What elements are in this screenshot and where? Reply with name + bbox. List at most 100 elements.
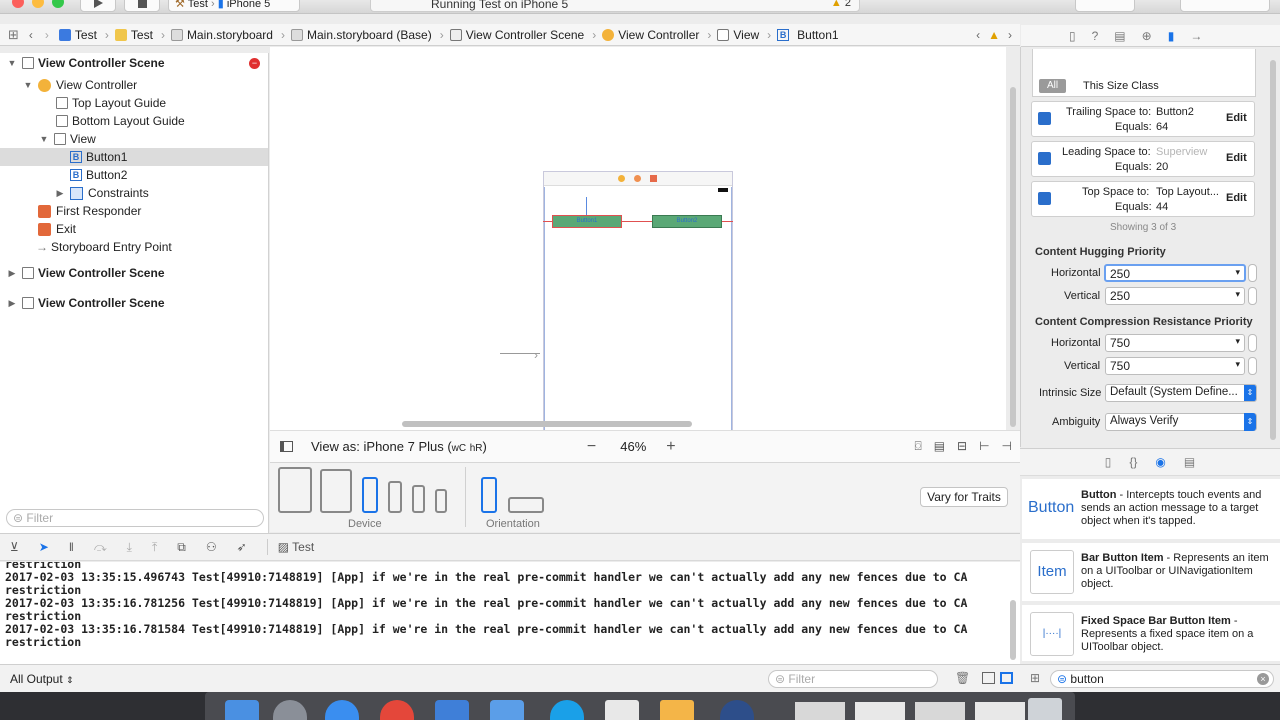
- constraint-leading[interactable]: Leading Space to: Superview Equals: 20 E…: [1031, 141, 1255, 177]
- window-thumbnail-icon[interactable]: [795, 702, 845, 720]
- scheme-selector[interactable]: ⚒ Test › ▮ iPhone 5: [168, 0, 300, 12]
- pin-icon[interactable]: ⊢: [979, 439, 989, 454]
- console-filter-field[interactable]: ⊜ Filter: [768, 670, 938, 688]
- view-controller-dock-icon[interactable]: [618, 175, 625, 182]
- close-window-button[interactable]: [12, 0, 24, 8]
- warning-badge[interactable]: ▲ 2: [831, 0, 851, 9]
- compression-vertical-stepper[interactable]: [1248, 357, 1257, 375]
- simulator-app-icon[interactable]: [490, 700, 524, 720]
- outline-bottom-layout-guide[interactable]: Bottom Layout Guide: [0, 112, 268, 130]
- size-class-tab-this[interactable]: This Size Class: [1083, 80, 1159, 92]
- library-grid-icon[interactable]: ⊞: [1030, 671, 1040, 685]
- trash-icon[interactable]: 🗑: [955, 671, 970, 685]
- step-out-icon[interactable]: ⤒: [152, 540, 157, 555]
- trash-dock-icon[interactable]: [1028, 698, 1062, 720]
- outline-exit[interactable]: Exit: [0, 220, 268, 238]
- portrait-icon[interactable]: [481, 477, 497, 513]
- view-debugger-icon[interactable]: ⧉: [177, 540, 186, 555]
- library-item-bar-button[interactable]: Item Bar Button Item - Represents an ite…: [1022, 543, 1280, 601]
- iphone-7-icon[interactable]: [388, 481, 402, 513]
- breadcrumb-view-controller[interactable]: View Controller ›: [602, 28, 711, 42]
- first-responder-dock-icon[interactable]: [634, 175, 641, 182]
- storyboard-canvas[interactable]: › Button1 Button2: [270, 47, 1016, 431]
- align-icon[interactable]: ⊟: [957, 439, 967, 454]
- run-button[interactable]: [80, 0, 116, 12]
- hugging-vertical-field[interactable]: 250 ▾: [1105, 287, 1245, 305]
- resolve-issues-icon[interactable]: ⊣: [1002, 439, 1012, 454]
- outline-button2[interactable]: B Button2: [0, 166, 268, 184]
- grid-icon[interactable]: ⊞: [8, 27, 19, 43]
- launchpad-app-icon[interactable]: [273, 700, 307, 720]
- step-into-icon[interactable]: ⤓: [127, 540, 132, 555]
- inspector-scrollbar[interactable]: [1270, 60, 1276, 440]
- hugging-vertical-stepper[interactable]: [1248, 287, 1257, 305]
- chrome-app-icon[interactable]: [380, 700, 414, 720]
- safari-app-icon[interactable]: [325, 700, 359, 720]
- outline-scene[interactable]: ▶ View Controller Scene: [0, 264, 268, 282]
- ambiguity-popup[interactable]: Always Verify ⇕: [1105, 413, 1257, 431]
- edit-constraint-button[interactable]: Edit: [1226, 192, 1247, 204]
- window-thumbnail-icon[interactable]: [855, 702, 905, 720]
- outline-view[interactable]: ▼ View: [0, 130, 268, 148]
- update-frames-icon[interactable]: ⌼: [914, 439, 921, 454]
- view-as-label[interactable]: View as: iPhone 7 Plus (wC hR): [311, 439, 487, 454]
- window-thumbnail-icon[interactable]: [975, 702, 1025, 720]
- breadcrumb-storyboard[interactable]: Main.storyboard ›: [170, 28, 285, 42]
- compression-horizontal-field[interactable]: 750 ▾: [1105, 334, 1245, 352]
- connections-inspector-icon[interactable]: →: [1190, 29, 1202, 43]
- notes-app-icon[interactable]: [660, 700, 694, 720]
- compression-vertical-field[interactable]: 750 ▾: [1105, 357, 1245, 375]
- disclosure-open-icon[interactable]: ▼: [22, 80, 34, 90]
- breadcrumb-view[interactable]: View ›: [717, 28, 771, 42]
- landscape-icon[interactable]: [508, 497, 544, 513]
- breadcrumb-project[interactable]: Test ›: [58, 28, 109, 42]
- edit-constraint-button[interactable]: Edit: [1226, 112, 1247, 124]
- exit-dock-icon[interactable]: [650, 175, 657, 182]
- disclosure-open-icon[interactable]: ▼: [6, 58, 18, 68]
- back-arrow-icon[interactable]: ‹: [29, 28, 33, 42]
- identity-inspector-icon[interactable]: ▤: [1114, 29, 1125, 43]
- zoom-in-icon[interactable]: +: [666, 438, 675, 456]
- constraint-trailing[interactable]: Trailing Space to: Button2 Equals: 64 Ed…: [1031, 101, 1255, 137]
- attributes-inspector-icon[interactable]: ⊕: [1142, 29, 1152, 43]
- horizontal-scrollbar[interactable]: [402, 421, 692, 427]
- breadcrumb-button1[interactable]: B Button1: [777, 28, 839, 42]
- help-inspector-icon[interactable]: ?: [1092, 29, 1099, 43]
- iphone-7-plus-icon[interactable]: [362, 477, 378, 513]
- scene-frame[interactable]: [543, 171, 733, 431]
- console-scrollbar[interactable]: [1010, 600, 1016, 660]
- outline-view-controller[interactable]: ▼ View Controller: [0, 76, 268, 94]
- skype-app-icon[interactable]: [550, 700, 584, 720]
- ipad-icon[interactable]: [320, 469, 352, 513]
- size-inspector-icon[interactable]: ▮: [1168, 29, 1175, 43]
- disclosure-closed-icon[interactable]: ▶: [6, 298, 18, 309]
- outline-filter-field[interactable]: ⊜ Filter: [6, 509, 264, 527]
- disclosure-open-icon[interactable]: ▼: [38, 134, 50, 144]
- zoom-window-button[interactable]: [52, 0, 64, 8]
- button2-view[interactable]: Button2: [652, 215, 722, 228]
- vertical-scrollbar[interactable]: [1010, 87, 1016, 427]
- iphone-4s-icon[interactable]: [435, 489, 447, 513]
- textedit-app-icon[interactable]: [605, 700, 639, 720]
- split-console-icon[interactable]: [1000, 672, 1013, 684]
- xcode-app-icon[interactable]: [435, 700, 469, 720]
- disclosure-closed-icon[interactable]: ▶: [6, 268, 18, 279]
- file-inspector-icon[interactable]: ▯: [1069, 29, 1076, 43]
- hide-debug-area-icon[interactable]: ⊻: [10, 540, 19, 554]
- finder-app-icon[interactable]: [225, 700, 259, 720]
- split-variables-icon[interactable]: [982, 672, 995, 684]
- next-issue-icon[interactable]: ›: [1008, 28, 1012, 42]
- forward-arrow-icon[interactable]: ›: [45, 28, 49, 42]
- ipad-pro-icon[interactable]: [278, 467, 312, 513]
- intrinsic-size-popup[interactable]: Default (System Define... ⇕: [1105, 384, 1257, 402]
- file-template-icon[interactable]: ▯: [1105, 455, 1112, 469]
- minimize-window-button[interactable]: [32, 0, 44, 8]
- warning-icon[interactable]: ▲: [988, 28, 1000, 42]
- disclosure-closed-icon[interactable]: ▶: [54, 188, 66, 199]
- outline-scene[interactable]: ▶ View Controller Scene: [0, 294, 268, 312]
- clear-search-icon[interactable]: ×: [1257, 673, 1269, 685]
- edit-constraint-button[interactable]: Edit: [1226, 152, 1247, 164]
- outline-button1[interactable]: B Button1: [0, 148, 268, 166]
- simulate-location-icon[interactable]: ➶: [237, 540, 247, 554]
- hugging-horizontal-stepper[interactable]: [1248, 264, 1257, 282]
